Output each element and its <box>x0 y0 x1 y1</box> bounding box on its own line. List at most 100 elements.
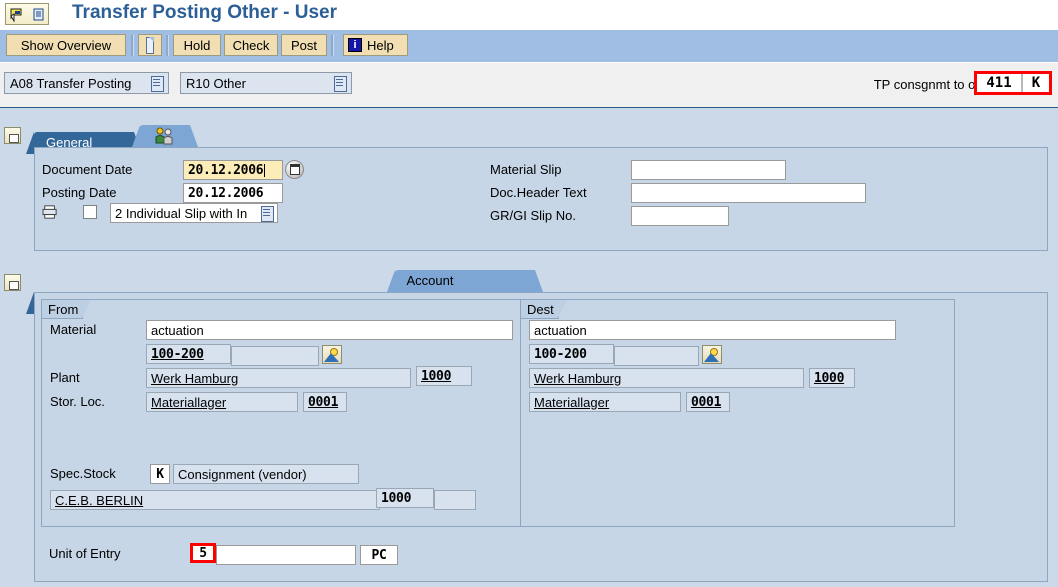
slip-option-select[interactable]: 2 Individual Slip with In <box>110 203 278 223</box>
from-group: From Material actuation 100-200 Plant We… <box>41 299 526 527</box>
page-title: Transfer Posting Other - User <box>72 2 338 23</box>
picture-icon[interactable] <box>322 345 342 364</box>
flag-cursor-icon <box>10 8 22 22</box>
picture-icon[interactable] <box>702 345 722 364</box>
toolbar-separator <box>331 35 334 56</box>
from-spec-stock-desc-field[interactable]: Consignment (vendor) <box>173 464 359 484</box>
from-vendor-name-value: C.E.B. BERLIN <box>55 492 144 508</box>
dest-material-extra-field[interactable] <box>614 346 699 366</box>
from-material-label: Material <box>50 322 97 337</box>
document-date-dialog-button[interactable] <box>285 160 304 179</box>
from-plant-code-field[interactable]: 1000 <box>416 366 472 386</box>
post-button[interactable]: Post <box>281 34 327 56</box>
dest-stor-loc-code-field[interactable]: 0001 <box>686 392 730 412</box>
item-panel: From Material actuation 100-200 Plant We… <box>34 292 1048 582</box>
dest-material-desc-field[interactable]: actuation <box>529 320 896 340</box>
movement-detail-value: R10 Other <box>186 75 246 91</box>
persons-icon <box>155 127 173 145</box>
general-panel: Document Date 20.12.2006 Posting Date 20… <box>34 147 1048 251</box>
dest-stor-loc-desc-field[interactable]: Materiallager <box>529 392 681 412</box>
title-bar: Transfer Posting Other - User <box>0 0 1058 32</box>
section-collapse-icon[interactable] <box>4 274 21 291</box>
unit-of-entry-quantity-field[interactable]: 5 <box>190 543 216 563</box>
material-slip-field[interactable] <box>631 160 786 180</box>
tab-persons[interactable] <box>131 125 198 147</box>
from-stor-loc-code-field[interactable]: 0001 <box>303 392 347 412</box>
hold-button[interactable]: Hold <box>173 34 221 56</box>
dest-group-title: Dest <box>521 300 567 319</box>
unit-of-entry-uom-field[interactable]: PC <box>360 545 398 565</box>
text-caret <box>264 163 266 177</box>
from-material-desc-value: actuation <box>151 322 204 338</box>
show-overview-button[interactable]: Show Overview <box>6 34 126 56</box>
unit-of-entry-extra-field[interactable] <box>216 545 356 565</box>
slip-option-value: 2 Individual Slip with In <box>115 205 248 221</box>
print-checkbox[interactable] <box>83 205 97 219</box>
new-document-button[interactable] <box>138 34 162 56</box>
dest-group: Dest actuation 100-200 Werk Hamburg 1000 <box>520 299 955 527</box>
dest-stor-loc-desc-value: Materiallager <box>534 394 610 410</box>
application-toolbar: Show Overview Hold Check Post i Help <box>0 30 1058 63</box>
from-plant-desc-field[interactable]: Werk Hamburg <box>146 368 411 388</box>
from-material-number-field[interactable]: 100-200 <box>146 344 231 364</box>
gr-gi-slip-no-field[interactable] <box>631 206 729 226</box>
from-stor-loc-desc-value: Materiallager <box>151 394 227 410</box>
dest-group-label: Dest <box>527 301 554 317</box>
dest-material-desc-value: actuation <box>534 322 587 338</box>
from-material-desc-field[interactable]: actuation <box>146 320 513 340</box>
from-plant-code-value: 1000 <box>421 368 452 384</box>
movement-type-value: A08 Transfer Posting <box>10 75 132 91</box>
from-vendor-code-field[interactable]: 1000 <box>376 488 434 508</box>
from-stor-loc-code-value: 0001 <box>308 394 339 410</box>
from-spec-stock-code-value: K <box>156 466 164 482</box>
unit-of-entry-uom-value: PC <box>371 547 387 563</box>
chevron-down-icon <box>334 76 347 92</box>
dest-material-number-value: 100-200 <box>534 346 587 362</box>
gr-gi-slip-no-label: GR/GI Slip No. <box>490 208 576 223</box>
toolbar-separator <box>131 35 134 56</box>
from-material-extra-field[interactable] <box>231 346 319 366</box>
document-icon <box>33 8 44 20</box>
document-date-value: 20.12.2006 <box>188 162 264 178</box>
sap-system-menu-icon[interactable] <box>5 3 49 25</box>
from-group-label: From <box>48 301 79 317</box>
unit-of-entry-quantity-value: 5 <box>199 545 207 561</box>
from-stor-loc-desc-field[interactable]: Materiallager <box>146 392 298 412</box>
document-date-field[interactable]: 20.12.2006 <box>183 160 283 180</box>
tab-account-assignment[interactable]: Account Assignment <box>386 270 543 310</box>
check-button[interactable]: Check <box>224 34 278 56</box>
document-date-label: Document Date <box>42 162 133 177</box>
dest-plant-desc-field[interactable]: Werk Hamburg <box>529 368 804 388</box>
from-vendor-name-field[interactable]: C.E.B. BERLIN <box>50 490 380 510</box>
dest-plant-code-field[interactable]: 1000 <box>809 368 855 388</box>
section-collapse-icon[interactable] <box>4 127 21 144</box>
special-stock-indicator: K <box>1021 74 1049 92</box>
from-plant-desc-value: Werk Hamburg <box>151 370 239 386</box>
posting-date-field[interactable]: 20.12.2006 <box>183 183 283 203</box>
printer-icon[interactable] <box>42 205 58 219</box>
from-spec-stock-label: Spec.Stock <box>50 466 116 481</box>
movement-code-group[interactable]: 411 K <box>974 71 1052 95</box>
help-label: Help <box>367 37 394 53</box>
movement-detail-select[interactable]: R10 Other <box>180 72 352 94</box>
movement-code-value: 411 <box>977 74 1021 92</box>
info-icon: i <box>348 38 362 52</box>
from-vendor-code-value: 1000 <box>381 490 412 506</box>
general-section: General Document Date 20.12.2006 Posting… <box>0 108 1058 258</box>
dest-plant-code-value: 1000 <box>814 370 845 386</box>
doc-header-text-label: Doc.Header Text <box>490 185 587 200</box>
movement-type-select[interactable]: A08 Transfer Posting <box>4 72 169 94</box>
from-vendor-extra-field[interactable] <box>434 490 476 510</box>
item-detail-section: Transfer Posting Material Quantity Where… <box>0 258 1058 587</box>
from-spec-stock-desc-value: Consignment (vendor) <box>178 466 307 482</box>
from-spec-stock-code-field[interactable]: K <box>150 464 170 484</box>
toolbar-separator <box>166 35 169 56</box>
doc-header-text-field[interactable] <box>631 183 866 203</box>
dest-material-number-field[interactable]: 100-200 <box>529 344 614 364</box>
material-slip-label: Material Slip <box>490 162 562 177</box>
movement-type-row: A08 Transfer Posting R10 Other TP consgn… <box>0 62 1058 109</box>
help-button[interactable]: i Help <box>343 34 408 56</box>
dest-stor-loc-code-value: 0001 <box>691 394 722 410</box>
sap-transaction-screen: Transfer Posting Other - User Show Overv… <box>0 0 1058 587</box>
new-document-icon <box>146 36 154 54</box>
